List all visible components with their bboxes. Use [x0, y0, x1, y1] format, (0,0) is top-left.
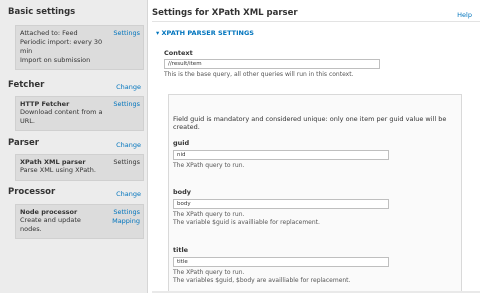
- import-on-submission-text: Import on submission: [20, 56, 91, 64]
- fetcher-desc-line2: URL.: [20, 117, 35, 125]
- title-label: title: [173, 246, 189, 254]
- title-description: The XPath query to run. The variables $g…: [173, 269, 350, 285]
- processor-desc-line2: nodes.: [20, 225, 42, 233]
- basic-settings-link[interactable]: Settings: [113, 29, 140, 38]
- parser-box: XPath XML parser Parse XML using XPath. …: [15, 154, 144, 181]
- title-desc-line2: The variables $guid, $body are availliab…: [173, 277, 351, 284]
- title-desc-line1: The XPath query to run.: [173, 269, 245, 276]
- parser-change-link[interactable]: Change: [116, 141, 141, 149]
- fields-panel: Field guid is mandatory and considered u…: [168, 94, 462, 293]
- parser-desc: Parse XML using XPath.: [20, 166, 96, 174]
- title-divider: [152, 21, 480, 22]
- parser-heading: Parser: [8, 138, 39, 148]
- processor-change-link[interactable]: Change: [116, 190, 141, 198]
- periodic-import-text: Periodic import: every 30: [20, 38, 103, 46]
- body-input[interactable]: [173, 199, 389, 209]
- help-link[interactable]: Help: [457, 11, 472, 19]
- guid-mandatory-note: Field guid is mandatory and considered u…: [173, 115, 446, 131]
- periodic-import-unit: min: [20, 47, 33, 55]
- context-input[interactable]: [164, 59, 380, 69]
- body-label: body: [173, 188, 192, 196]
- body-desc-line2: The variable $guid is availliable for re…: [173, 219, 320, 226]
- processor-settings-link[interactable]: Settings: [113, 208, 140, 216]
- xpath-parser-settings-toggle[interactable]: ▾ XPATH PARSER SETTINGS: [156, 29, 254, 37]
- main-panel: Settings for XPath XML parser Help ▾ XPA…: [152, 0, 480, 293]
- fetcher-change-link[interactable]: Change: [116, 83, 141, 91]
- basic-settings-box: Attached to: Feed Periodic import: every…: [15, 25, 144, 70]
- body-desc-line1: The XPath query to run.: [173, 211, 245, 218]
- processor-box: Node processor Create and update nodes. …: [15, 204, 144, 239]
- basic-settings-heading: Basic settings: [8, 7, 76, 17]
- processor-mapping-link[interactable]: Mapping: [112, 217, 140, 225]
- guid-label: guid: [173, 139, 190, 147]
- title-input[interactable]: [173, 257, 389, 267]
- fetcher-desc-line1: Download content from a: [20, 108, 103, 116]
- page-title: Settings for XPath XML parser: [152, 8, 298, 18]
- fetcher-heading: Fetcher: [8, 80, 45, 90]
- context-description: This is the base query, all other querie…: [164, 71, 354, 78]
- context-label: Context: [164, 49, 193, 57]
- guid-note-line1: Field guid is mandatory and considered u…: [173, 115, 447, 123]
- fetcher-settings-link[interactable]: Settings: [113, 100, 140, 109]
- guid-note-line2: created.: [173, 123, 200, 131]
- body-description: The XPath query to run. The variable $gu…: [173, 211, 320, 227]
- guid-description: The XPath query to run.: [173, 162, 245, 169]
- fetcher-box: HTTP Fetcher Download content from a URL…: [15, 96, 144, 131]
- processor-heading: Processor: [8, 187, 56, 197]
- guid-input[interactable]: [173, 150, 389, 160]
- processor-actions: Settings Mapping: [112, 208, 140, 226]
- sidebar: Basic settings Attached to: Feed Periodi…: [0, 0, 148, 293]
- parser-settings-label: Settings: [113, 158, 140, 166]
